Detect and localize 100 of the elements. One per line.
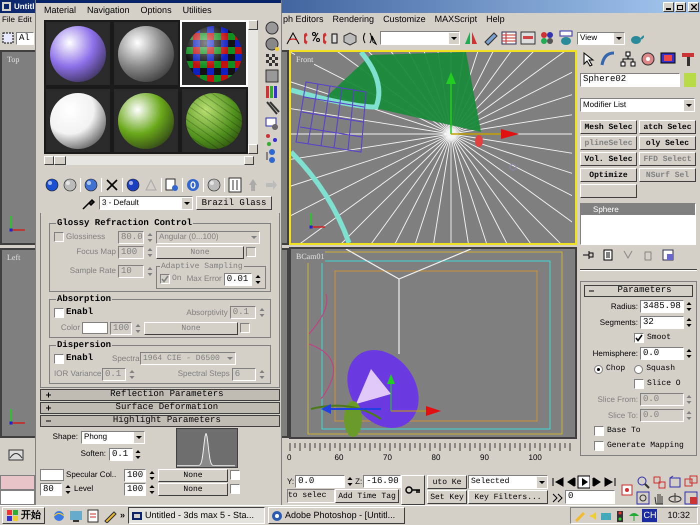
delete-icon[interactable] xyxy=(104,176,120,192)
checkbox[interactable] xyxy=(54,308,64,318)
menu-item[interactable]: Material xyxy=(44,4,76,18)
map-button[interactable]: None xyxy=(158,468,228,482)
checkbox[interactable] xyxy=(634,333,644,343)
spinner-field[interactable]: 100 xyxy=(124,482,146,496)
modifier-button[interactable]: Vol. Selec xyxy=(580,152,637,166)
spheres-icon[interactable] xyxy=(83,176,99,192)
badge-zero-icon[interactable] xyxy=(185,176,201,192)
taskbar-button[interactable]: Untitled - 3ds max 5 - Sta... xyxy=(128,507,266,524)
checkbox[interactable] xyxy=(240,323,250,333)
stack-item[interactable]: Sphere xyxy=(581,204,695,215)
menu-item[interactable]: ph Editors xyxy=(283,12,324,26)
checkbox[interactable] xyxy=(634,379,644,389)
go-to-end-icon[interactable] xyxy=(603,475,616,489)
region-zoom-icon[interactable] xyxy=(636,490,650,504)
spinner-arrows-icon[interactable] xyxy=(685,347,693,360)
checkbox[interactable] xyxy=(230,484,240,494)
angle-snap-icon[interactable] xyxy=(285,30,301,46)
time-configuration-icon[interactable] xyxy=(621,484,633,496)
select-region-icon[interactable] xyxy=(2,32,14,44)
maximize-viewport-icon[interactable] xyxy=(684,490,698,504)
spinner-arrows-icon[interactable] xyxy=(148,482,156,496)
linked-spheres-icon[interactable] xyxy=(125,176,141,192)
align-icon[interactable] xyxy=(482,30,498,46)
checker-icon[interactable] xyxy=(264,52,280,67)
sample-slot[interactable] xyxy=(44,20,112,87)
color-swatch[interactable] xyxy=(82,322,108,334)
modifier-button[interactable]: Optimize xyxy=(580,168,637,182)
sample-slot[interactable] xyxy=(112,87,180,154)
minimize-button[interactable] xyxy=(663,2,674,12)
key-filters-button[interactable]: Key Filters... xyxy=(468,490,548,504)
material-name-dropdown[interactable]: 3 - Default xyxy=(99,196,193,210)
configure-sets-icon[interactable] xyxy=(662,249,674,261)
spinner-arrows-icon[interactable] xyxy=(64,482,72,496)
spinner-field[interactable]: 0.1 xyxy=(109,448,133,460)
key-button[interactable] xyxy=(401,475,425,505)
add-time-tag-button[interactable]: Add Time Tag xyxy=(335,489,399,503)
show-end-result-icon[interactable] xyxy=(602,249,614,261)
taskbar-button[interactable]: Adobe Photoshop - [Untitl... xyxy=(268,507,406,524)
material-type-button[interactable]: Brazil Glass xyxy=(196,196,272,210)
colored-dots-icon[interactable] xyxy=(539,30,555,46)
rollout-header[interactable]: Highlight Parameters xyxy=(40,414,280,426)
menu-item[interactable]: Customize xyxy=(383,12,426,26)
teapot-window-icon[interactable] xyxy=(558,30,574,46)
square-icon[interactable] xyxy=(264,68,280,83)
eyedropper-icon[interactable] xyxy=(80,196,96,210)
menu-item[interactable]: Rendering xyxy=(332,12,374,26)
checkbox[interactable] xyxy=(160,274,170,284)
color-swatch[interactable] xyxy=(40,469,64,481)
close-button[interactable] xyxy=(688,2,699,12)
menu-item[interactable]: Edit xyxy=(18,14,32,26)
object-color-swatch[interactable] xyxy=(684,73,696,87)
start-button[interactable]: 开始 xyxy=(2,507,45,524)
shape-dropdown[interactable]: Phong xyxy=(81,430,145,444)
menu-item[interactable]: File xyxy=(2,14,15,26)
spinner-field[interactable]: 0.0 xyxy=(640,347,684,360)
time-config-icon[interactable] xyxy=(551,491,564,503)
spinner-arrows-icon[interactable] xyxy=(134,448,142,460)
coordinate-field[interactable]: -16.90 xyxy=(363,475,402,488)
coordinate-field[interactable]: 0.0 xyxy=(295,475,346,488)
sphere-icon[interactable] xyxy=(264,20,280,35)
more-chevron[interactable]: » xyxy=(120,508,126,522)
checkbox[interactable] xyxy=(54,232,64,242)
menu-item[interactable]: Options xyxy=(140,4,172,18)
checkbox[interactable] xyxy=(246,247,256,257)
desktop-icon[interactable] xyxy=(69,508,83,522)
checkbox[interactable] xyxy=(594,426,604,436)
next-frame-icon[interactable] xyxy=(590,475,603,489)
box-icon[interactable] xyxy=(342,30,358,46)
checkbox[interactable] xyxy=(594,441,604,451)
maxscript-input-field[interactable] xyxy=(0,490,35,505)
orbit-icon[interactable] xyxy=(668,490,682,504)
modifier-list-dropdown[interactable]: Modifier List xyxy=(580,98,695,112)
checkbox[interactable] xyxy=(230,470,240,480)
nodes-icon[interactable] xyxy=(264,132,280,147)
go-to-start-icon[interactable] xyxy=(551,475,564,489)
checkbox[interactable] xyxy=(54,354,64,364)
rollout-header[interactable]: Surface Deformation xyxy=(40,402,280,414)
spinner-field[interactable]: 100 xyxy=(124,468,146,482)
zoom-icon[interactable] xyxy=(636,475,650,489)
braces-cursor-icon[interactable] xyxy=(361,30,377,46)
object-name-field[interactable]: Sphere02 xyxy=(580,73,680,87)
key-mode-dropdown[interactable]: Selected xyxy=(468,475,548,489)
table-icon[interactable] xyxy=(501,30,517,46)
magnet-percent-icon[interactable] xyxy=(304,30,320,46)
auto-key-button[interactable]: uto Ke xyxy=(427,475,467,489)
spinner-arrows-icon[interactable] xyxy=(254,272,262,286)
spinner-field[interactable]: 80 xyxy=(40,482,62,496)
zoom-extents-icon[interactable] xyxy=(668,475,682,489)
modifier-button[interactable] xyxy=(580,184,637,198)
curve-editor-icon[interactable] xyxy=(8,449,24,461)
horizontal-scrollbar[interactable] xyxy=(44,156,254,165)
modifier-button[interactable]: oly Selec xyxy=(639,136,696,150)
restore-button[interactable] xyxy=(675,2,686,12)
disc-icon[interactable] xyxy=(640,51,656,67)
spinner-field[interactable]: 0.01 xyxy=(224,272,252,286)
color-bars-icon[interactable] xyxy=(264,84,280,99)
faded-spheres-icon[interactable] xyxy=(62,176,78,192)
hammer-icon[interactable] xyxy=(680,51,696,67)
